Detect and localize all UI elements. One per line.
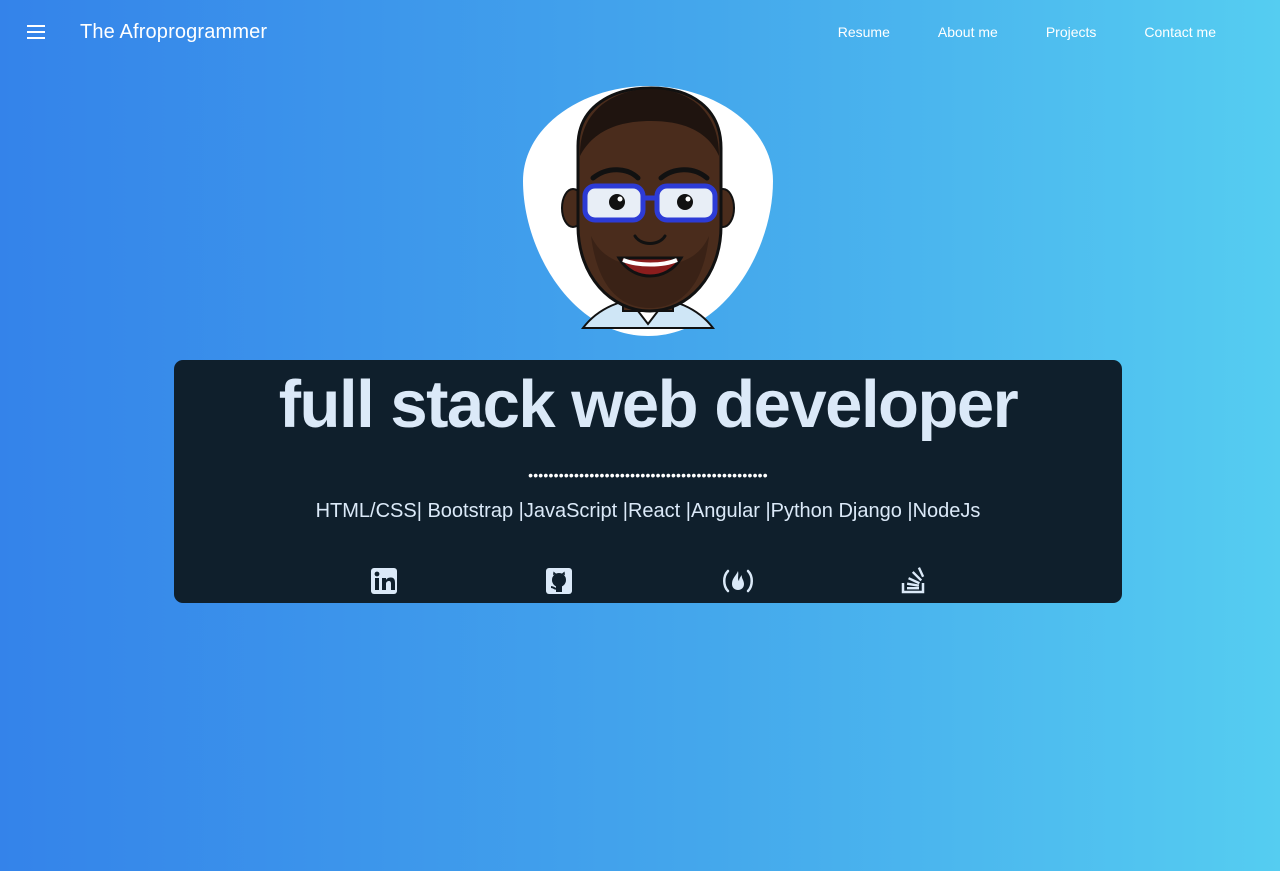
- nav-link-projects[interactable]: Projects: [1022, 0, 1121, 64]
- skills-list: HTML/CSS| Bootstrap |JavaScript |React |…: [315, 500, 981, 522]
- stackoverflow-icon[interactable]: [899, 566, 929, 596]
- freecodecamp-icon[interactable]: [721, 566, 753, 596]
- brand-title[interactable]: The Afroprogrammer: [80, 20, 267, 44]
- top-nav: Resume About me Projects Contact me: [814, 0, 1240, 64]
- hero-separator: ••••••••••••••••••••••••••••••••••••••••…: [528, 467, 768, 483]
- avatar: [523, 86, 773, 336]
- linkedin-icon[interactable]: [369, 566, 399, 596]
- app-bar: The Afroprogrammer Resume About me Proje…: [0, 0, 1280, 64]
- nav-link-contact[interactable]: Contact me: [1120, 0, 1240, 64]
- hamburger-menu-icon[interactable]: [24, 20, 48, 44]
- hero-title: full stack web developer: [278, 367, 1019, 442]
- github-icon[interactable]: [544, 566, 574, 596]
- nav-link-about[interactable]: About me: [914, 0, 1022, 64]
- nav-link-resume[interactable]: Resume: [814, 0, 914, 64]
